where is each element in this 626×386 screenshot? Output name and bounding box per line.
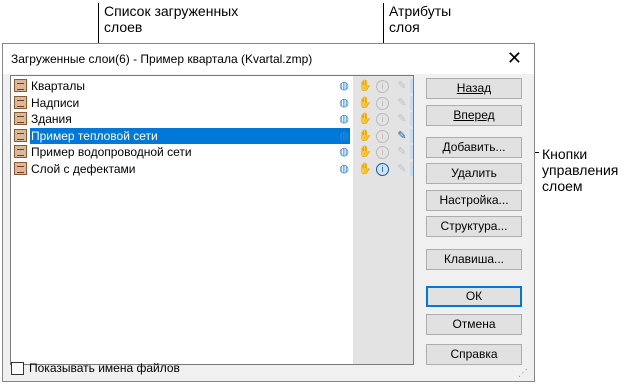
layer-icon	[14, 161, 27, 175]
info-icon[interactable]: i	[376, 129, 389, 143]
layer-icon	[14, 79, 27, 92]
eye-icon[interactable]: ◉	[410, 95, 413, 110]
forward-button-label: Вперед	[453, 108, 495, 122]
info-icon[interactable]: i	[376, 96, 389, 110]
pencil-icon[interactable]: ✎	[395, 112, 409, 126]
callout-layer-list-line1: Список загруженных	[104, 3, 239, 19]
pencil-icon[interactable]: ✎	[395, 162, 409, 176]
add-button[interactable]: Добавить...	[426, 137, 522, 158]
layer-row[interactable]: Пример водопроводной сети ◍ ✋ i ✎◉	[11, 144, 413, 160]
resize-grip-icon[interactable]: ⋰	[518, 368, 528, 379]
globe-icon[interactable]: ◍	[337, 79, 351, 93]
globe-icon[interactable]: ◍	[337, 129, 351, 143]
back-button-label: Назад	[456, 81, 492, 95]
title-bar: Загруженные слои(6) - Пример квартала (K…	[3, 44, 534, 74]
hand-icon[interactable]: ✋	[358, 145, 372, 159]
back-button[interactable]: Назад	[426, 78, 522, 99]
callout-layer-list-line2: слоев	[104, 19, 143, 35]
pencil-icon[interactable]: ✎	[395, 145, 409, 159]
layer-name: Слой с дефектами	[31, 161, 136, 176]
hand-icon[interactable]: ✋	[358, 96, 372, 110]
layer-icon	[14, 112, 27, 125]
dialog-title: Загруженные слои(6) - Пример квартала (K…	[11, 52, 313, 66]
layer-row[interactable]: Здания ◍ ✋ i ✎◉	[11, 111, 413, 127]
layer-list[interactable]: Кварталы◍✋i✎◉Надписи◍✋i✎◉Здания◍✋i✎◉Прим…	[10, 75, 414, 365]
callout-layer-list: Список загруженных слоев	[104, 3, 238, 35]
eye-icon[interactable]: ◉	[410, 145, 413, 159]
callout-buttons: Кнопки управления слоем	[542, 146, 618, 194]
layer-row[interactable]: Надписи ◍ ✋ i ✎◉	[11, 95, 413, 111]
layer-row[interactable]: Слой с дефектами ◍ ✋ i ✎◉	[11, 161, 413, 177]
layer-name: Надписи	[31, 95, 80, 110]
info-icon[interactable]: i	[376, 80, 389, 93]
key-button[interactable]: Клавиша...	[426, 249, 522, 270]
layer-name: Кварталы	[31, 79, 85, 93]
layer-name: Пример водопроводной сети	[31, 145, 192, 159]
hand-icon[interactable]: ✋	[358, 112, 372, 126]
globe-icon[interactable]: ◍	[337, 112, 351, 126]
callout-buttons-line2: управления	[542, 162, 619, 178]
cancel-button[interactable]: Отмена	[426, 314, 522, 335]
globe-icon[interactable]: ◍	[337, 96, 351, 110]
pencil-icon[interactable]: ✎	[395, 79, 409, 93]
callout-attributes-line1: Атрибуты	[389, 3, 452, 19]
eye-icon[interactable]: ◉	[410, 161, 413, 176]
eye-icon[interactable]: ◉	[410, 128, 413, 143]
callout-buttons-line1: Кнопки	[542, 146, 588, 162]
eye-icon[interactable]: ◉	[410, 112, 413, 126]
callout-attributes-line2: слоя	[389, 19, 420, 35]
layer-icon	[14, 95, 27, 109]
pencil-icon[interactable]: ✎	[395, 96, 409, 110]
structure-button[interactable]: Структура...	[426, 216, 522, 237]
help-button[interactable]: Справка	[426, 344, 522, 365]
callout-attributes: Атрибуты слоя	[389, 3, 451, 35]
info-icon[interactable]: i	[376, 146, 389, 159]
remove-button[interactable]: Удалить	[426, 163, 522, 184]
info-icon[interactable]: i	[376, 113, 389, 126]
layer-name: Пример тепловой сети	[30, 127, 350, 144]
layer-icon	[14, 128, 27, 142]
ok-button[interactable]: ОК	[426, 286, 522, 307]
layer-row[interactable]: Кварталы ◍ ✋ i ✎◉	[11, 78, 413, 94]
close-icon[interactable]: ✕	[507, 48, 522, 68]
hand-icon[interactable]: ✋	[358, 129, 372, 143]
hand-icon[interactable]: ✋	[358, 79, 372, 93]
show-filenames-checkbox[interactable]	[11, 362, 24, 375]
show-filenames-label: Показывать имена файлов	[29, 361, 180, 375]
layer-name: Здания	[31, 112, 72, 126]
hand-icon[interactable]: ✋	[358, 162, 372, 176]
pencil-icon[interactable]: ✎	[395, 129, 409, 143]
eye-icon[interactable]: ◉	[410, 79, 413, 93]
callout-buttons-line3: слоем	[542, 178, 583, 194]
loaded-layers-dialog: Загруженные слои(6) - Пример квартала (K…	[2, 43, 535, 382]
layer-icon	[14, 145, 27, 158]
globe-icon[interactable]: ◍	[337, 162, 351, 176]
settings-button[interactable]: Настройка...	[426, 190, 522, 211]
info-icon[interactable]: i	[376, 162, 389, 176]
layer-row[interactable]: Пример тепловой сети◍ ✋ i ✎◉	[11, 127, 413, 144]
forward-button[interactable]: Вперед	[426, 105, 522, 126]
globe-icon[interactable]: ◍	[337, 145, 351, 159]
